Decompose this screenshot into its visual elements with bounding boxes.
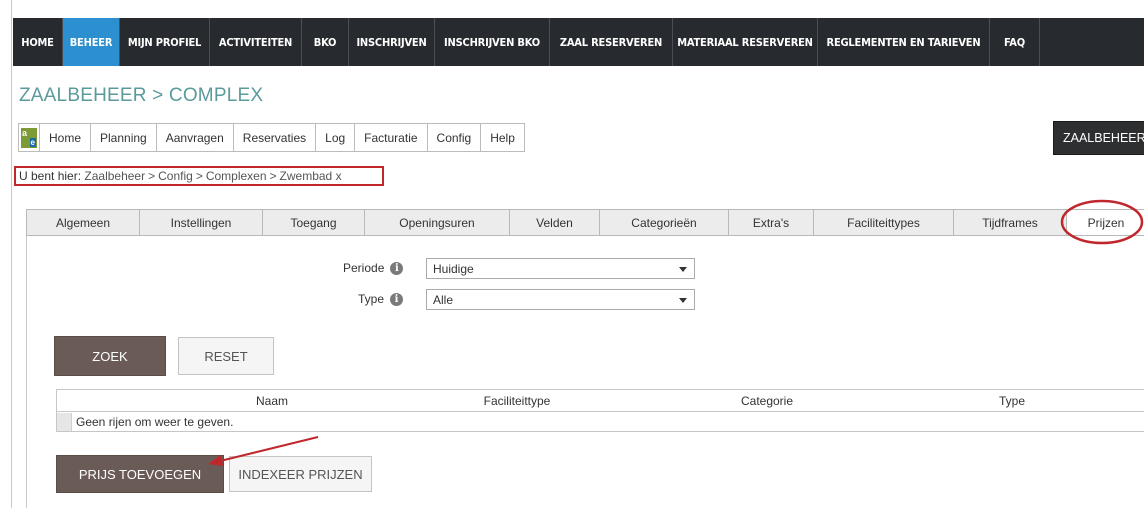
info-icon[interactable]: i — [390, 292, 404, 306]
tab-tijdframes[interactable]: Tijdframes — [954, 210, 1067, 235]
periode-select-value: Huidige — [433, 261, 474, 276]
column-categorie[interactable]: Categorie — [562, 390, 972, 411]
tab-velden[interactable]: Velden — [510, 210, 600, 235]
chevron-down-icon — [679, 298, 687, 303]
complex-tabs: Algemeen Instellingen Toegang Openingsur… — [26, 209, 1144, 236]
module-config[interactable]: Config — [426, 124, 481, 151]
breadcrumb: U bent hier: Zaalbeheer > Config > Compl… — [14, 166, 384, 186]
top-navigation: HOME BEHEER MIJN PROFIEL ACTIVITEITEN BK… — [13, 18, 1144, 66]
tab-faciliteittypes[interactable]: Faciliteittypes — [814, 210, 954, 235]
indexeer-prijzen-button[interactable]: INDEXEER PRIJZEN — [229, 456, 372, 492]
tab-instellingen[interactable]: Instellingen — [140, 210, 263, 235]
tab-extras[interactable]: Extra's — [729, 210, 814, 235]
table-header: Naam Faciliteittype Categorie Type — [57, 390, 1144, 412]
page-title: ZAALBEHEER > COMPLEX — [19, 85, 264, 106]
breadcrumb-zaalbeheer[interactable]: Zaalbeheer — [84, 169, 145, 183]
nav-overflow[interactable] — [1040, 18, 1144, 66]
nav-materiaal-reserveren[interactable]: MATERIAAL RESERVEREN — [673, 18, 818, 66]
reset-button[interactable]: RESET — [178, 337, 274, 375]
zaalbeheer-button[interactable]: ZAALBEHEER — [1053, 121, 1144, 155]
info-icon[interactable]: i — [390, 261, 404, 275]
module-planning[interactable]: Planning — [90, 124, 156, 151]
row-selector — [57, 412, 72, 431]
nav-beheer[interactable]: BEHEER — [63, 18, 120, 66]
type-select-value: Alle — [433, 292, 454, 307]
module-toolbar: a e Home Planning Aanvragen Reservaties … — [18, 123, 525, 152]
periode-label: Periode i — [343, 261, 404, 275]
app-logo-badge: e — [29, 137, 36, 147]
column-type[interactable]: Type — [972, 390, 1052, 411]
module-home[interactable]: Home — [39, 124, 90, 151]
nav-inschrijven-bko[interactable]: INSCHRIJVEN BKO — [435, 18, 550, 66]
prijs-toevoegen-button[interactable]: PRIJS TOEVOEGEN — [56, 455, 224, 493]
breadcrumb-zwembad: Zwembad x — [279, 169, 342, 183]
nav-inschrijven[interactable]: INSCHRIJVEN — [349, 18, 435, 66]
tab-toegang[interactable]: Toegang — [263, 210, 365, 235]
column-naam[interactable]: Naam — [72, 390, 472, 411]
module-help[interactable]: Help — [480, 124, 524, 151]
type-select[interactable]: Alle — [426, 289, 695, 310]
type-label: Type i — [358, 292, 404, 306]
breadcrumb-separator: > — [148, 169, 156, 183]
nav-home[interactable]: HOME — [13, 18, 63, 66]
prijzen-table: Naam Faciliteittype Categorie Type Geen … — [56, 389, 1144, 432]
breadcrumb-separator: > — [269, 169, 277, 183]
type-label-text: Type — [358, 292, 385, 306]
module-log[interactable]: Log — [315, 124, 354, 151]
nav-zaal-reserveren[interactable]: ZAAL RESERVEREN — [550, 18, 673, 66]
breadcrumb-prefix: U bent hier: — [19, 169, 82, 183]
nav-mijn-profiel[interactable]: MIJN PROFIEL — [120, 18, 210, 66]
app-logo-text: a — [22, 127, 28, 138]
module-aanvragen[interactable]: Aanvragen — [155, 124, 233, 151]
tab-openingsuren[interactable]: Openingsuren — [365, 210, 510, 235]
app-logo-icon: a e — [21, 127, 37, 148]
empty-message: Geen rijen om weer te geven. — [76, 414, 234, 429]
tab-algemeen[interactable]: Algemeen — [27, 210, 140, 235]
breadcrumb-separator: > — [195, 169, 203, 183]
nav-bko[interactable]: BKO — [302, 18, 349, 66]
periode-label-text: Periode — [343, 261, 385, 275]
row-selector-header — [57, 390, 72, 411]
nav-activiteiten[interactable]: ACTIVITEITEN — [210, 18, 302, 66]
tab-prijzen[interactable]: Prijzen — [1067, 210, 1144, 235]
chevron-down-icon — [679, 267, 687, 272]
table-row: Geen rijen om weer te geven. — [57, 412, 1144, 431]
window-left-border — [0, 0, 12, 508]
breadcrumb-config[interactable]: Config — [158, 169, 193, 183]
breadcrumb-complexen[interactable]: Complexen — [206, 169, 267, 183]
zoek-button[interactable]: ZOEK — [54, 336, 166, 376]
window-top-margin — [0, 0, 1144, 18]
module-reservaties[interactable]: Reservaties — [232, 124, 315, 151]
nav-faq[interactable]: FAQ — [990, 18, 1040, 66]
periode-select[interactable]: Huidige — [426, 258, 695, 279]
app-logo[interactable]: a e — [19, 124, 39, 151]
nav-reglementen-en-tarieven[interactable]: REGLEMENTEN EN TARIEVEN — [818, 18, 990, 66]
tab-categorieen[interactable]: Categorieën — [600, 210, 729, 235]
module-facturatie[interactable]: Facturatie — [354, 124, 426, 151]
column-faciliteittype[interactable]: Faciliteittype — [472, 390, 562, 411]
